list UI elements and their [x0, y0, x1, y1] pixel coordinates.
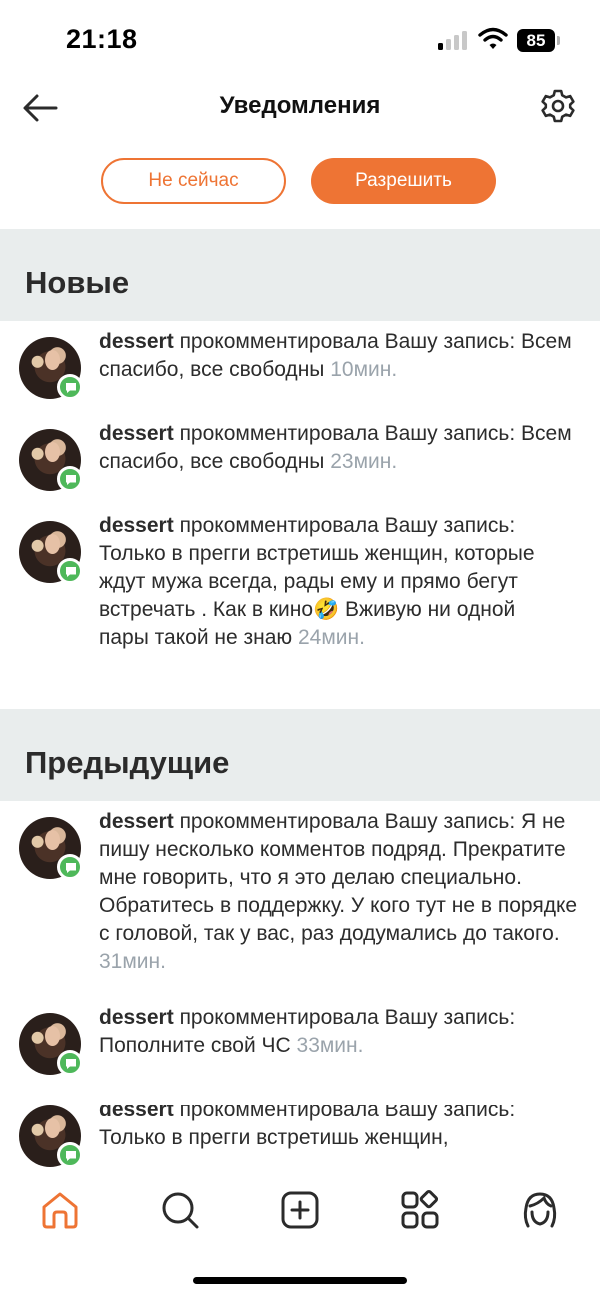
notification-time: 24мин.	[298, 626, 365, 649]
services-grid-icon	[401, 1189, 439, 1229]
battery-level: 85	[517, 29, 555, 52]
notification-action: прокомментировала Вашу запись:	[179, 1105, 516, 1121]
notification-comment: Только в прегги встретишь женщин,	[99, 1126, 449, 1149]
battery-icon: 85	[517, 29, 561, 52]
notification-time: 10мин.	[330, 358, 398, 381]
not-now-button[interactable]: Не сейчас	[101, 158, 286, 204]
comment-icon	[57, 374, 83, 400]
notification-text: dessert прокомментировала Вашу запись: Т…	[99, 512, 569, 652]
notification-user[interactable]: dessert	[99, 330, 174, 353]
page-title: Уведомления	[219, 92, 381, 119]
home-icon	[42, 1192, 78, 1229]
notification-item[interactable]: dessert прокомментировала Вашу запись: В…	[0, 422, 600, 504]
notification-time: 33мин.	[296, 1034, 364, 1057]
nav-search[interactable]	[158, 1188, 202, 1232]
status-time: 21:18	[66, 24, 138, 54]
nav-add-post[interactable]	[278, 1188, 322, 1232]
profile-icon	[523, 1192, 557, 1228]
notification-text: dessert прокомментировала Вашу запись: П…	[99, 1004, 579, 1060]
notification-user[interactable]: dessert	[99, 514, 174, 537]
nav-home[interactable]	[38, 1188, 82, 1232]
notification-item[interactable]: dessert прокомментировала Вашу запись: Я…	[0, 810, 600, 997]
notification-action: прокомментировала Вашу запись:	[179, 330, 516, 353]
notification-text: dessert прокомментировала Вашу запись: Т…	[99, 1105, 579, 1152]
notification-permission-row: Не сейчас Разрешить	[0, 158, 600, 206]
notification-text: dessert прокомментировала Вашу запись: В…	[99, 328, 579, 384]
gear-icon	[541, 89, 575, 123]
nav-profile[interactable]	[518, 1188, 562, 1232]
notification-text: dessert прокомментировала Вашу запись: В…	[99, 420, 579, 476]
nav-services[interactable]	[398, 1188, 442, 1232]
notification-user[interactable]: dessert	[99, 1006, 174, 1029]
notification-time: 31мин.	[99, 950, 166, 973]
wifi-icon	[478, 27, 508, 51]
notification-user[interactable]: dessert	[99, 422, 174, 445]
add-post-icon	[281, 1191, 319, 1229]
home-indicator[interactable]	[193, 1277, 407, 1284]
notification-item[interactable]: dessert прокомментировала Вашу запись: Т…	[0, 514, 600, 701]
comment-icon	[57, 1050, 83, 1076]
notification-action: прокомментировала Вашу запись:	[179, 1006, 516, 1029]
notification-text: dessert прокомментировала Вашу запись: Я…	[99, 808, 579, 976]
section-title: Предыдущие	[25, 745, 230, 780]
comment-icon	[57, 1142, 83, 1168]
notification-item[interactable]: dessert прокомментировала Вашу запись: В…	[0, 330, 600, 412]
cellular-signal-icon	[438, 30, 470, 50]
notification-time: 23мин.	[330, 450, 398, 473]
status-bar: 21:18 85	[0, 0, 600, 80]
notification-comment: Пополните свой ЧС	[99, 1034, 291, 1057]
comment-icon	[57, 466, 83, 492]
comment-icon	[57, 854, 83, 880]
notification-user[interactable]: dessert	[99, 1105, 174, 1121]
settings-button[interactable]	[538, 86, 578, 126]
search-icon	[162, 1192, 199, 1229]
notification-item[interactable]: dessert прокомментировала Вашу запись: П…	[0, 1006, 600, 1088]
section-header-previous: Предыдущие	[0, 709, 600, 801]
notification-user[interactable]: dessert	[99, 810, 174, 833]
allow-button[interactable]: Разрешить	[311, 158, 496, 204]
section-title: Новые	[25, 265, 130, 300]
header: Уведомления	[0, 80, 600, 136]
notification-action: прокомментировала Вашу запись:	[179, 810, 516, 833]
notification-action: прокомментировала Вашу запись:	[179, 514, 516, 537]
comment-icon	[57, 558, 83, 584]
section-header-new: Новые	[0, 229, 600, 321]
notification-item[interactable]: dessert прокомментировала Вашу запись: Т…	[0, 1105, 600, 1168]
notification-action: прокомментировала Вашу запись:	[179, 422, 516, 445]
